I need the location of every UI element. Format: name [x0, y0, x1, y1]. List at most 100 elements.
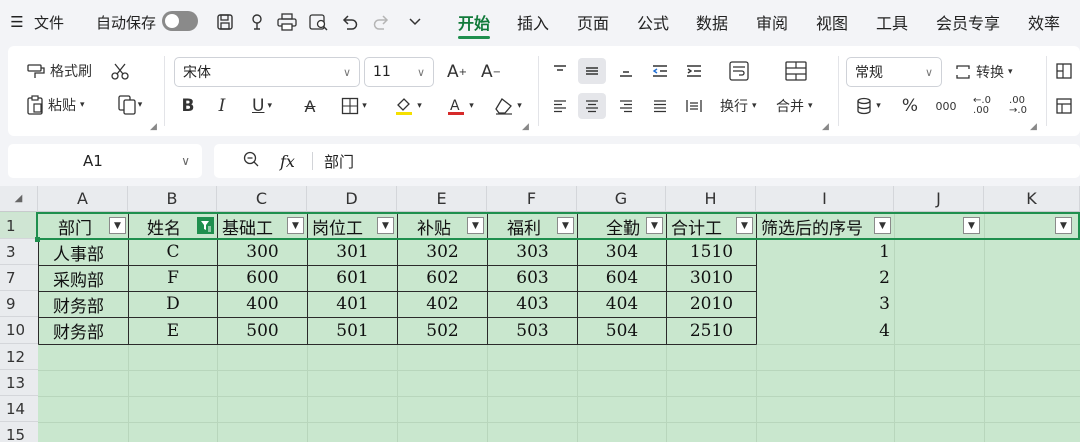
tab-member[interactable]: 会员专享: [936, 0, 1000, 44]
table-cell[interactable]: 602: [398, 265, 487, 291]
thousands-separator-icon[interactable]: 000: [932, 93, 960, 119]
header-cell-c[interactable]: 基础工: [218, 213, 288, 239]
spreadsheet-grid[interactable]: ◢ A B C D E F G H I J K 1 3 7 9 10 12 13…: [0, 186, 1080, 442]
menu-icon[interactable]: ☰: [4, 0, 30, 44]
table-cell[interactable]: 303: [488, 239, 577, 265]
filter-dropdown-icon[interactable]: ▼: [736, 217, 753, 234]
table-cell[interactable]: 403: [488, 291, 577, 317]
italic-icon[interactable]: I: [210, 93, 234, 119]
font-color-icon[interactable]: A ▾: [438, 93, 482, 119]
table-cell[interactable]: F: [129, 265, 217, 291]
table-cell[interactable]: 504: [578, 317, 666, 344]
formula-input[interactable]: 部门: [324, 151, 354, 172]
tab-efficiency[interactable]: 效率: [1028, 0, 1060, 44]
tab-data[interactable]: 数据: [696, 0, 728, 44]
table-cell[interactable]: 300: [218, 239, 307, 265]
header-cell-k[interactable]: [985, 213, 1055, 239]
header-cell-g[interactable]: 全勤: [578, 213, 648, 239]
table-cell[interactable]: 501: [308, 317, 397, 344]
underline-icon[interactable]: U ▾: [244, 93, 280, 119]
table-cell[interactable]: 600: [218, 265, 307, 291]
fill-color-icon[interactable]: ▾: [386, 93, 430, 119]
table-cell[interactable]: 301: [308, 239, 397, 265]
align-left-icon[interactable]: [548, 93, 572, 119]
table-cell[interactable]: 2510: [667, 317, 756, 344]
table-cell[interactable]: 4: [757, 317, 894, 344]
paste-button[interactable]: 粘贴 ▾: [26, 92, 85, 118]
file-menu[interactable]: 文件: [34, 0, 64, 44]
table-cell[interactable]: 3: [757, 291, 894, 317]
tab-home[interactable]: 开始: [458, 0, 491, 44]
filter-dropdown-icon[interactable]: ▼: [109, 217, 126, 234]
worksheet-icon[interactable]: [1054, 93, 1074, 119]
number-format-select[interactable]: 常规 ∨: [846, 57, 942, 87]
save-icon[interactable]: [212, 0, 238, 44]
table-cell[interactable]: 603: [488, 265, 577, 291]
tab-tools[interactable]: 工具: [876, 0, 908, 44]
table-cell[interactable]: 503: [488, 317, 577, 344]
alignment-launcher-icon[interactable]: ◢: [822, 122, 829, 132]
undo-icon[interactable]: [337, 0, 363, 44]
table-cell[interactable]: 302: [398, 239, 487, 265]
table-cell[interactable]: 采购部: [39, 265, 128, 291]
format-painter-button[interactable]: 格式刷: [26, 58, 92, 84]
align-center-icon[interactable]: [578, 93, 606, 119]
table-cell[interactable]: 601: [308, 265, 397, 291]
wrap-text-icon[interactable]: [724, 58, 754, 84]
table-cell[interactable]: 604: [578, 265, 666, 291]
table-cell[interactable]: 404: [578, 291, 666, 317]
header-cell-h[interactable]: 合计工: [667, 213, 737, 239]
copy-button[interactable]: ▾: [110, 92, 150, 118]
table-cell[interactable]: 财务部: [39, 317, 128, 344]
header-cell-d[interactable]: 岗位工: [308, 213, 378, 239]
print-icon[interactable]: [274, 0, 300, 44]
merge-cells-icon[interactable]: [781, 58, 811, 84]
table-cell[interactable]: 人事部: [39, 239, 128, 265]
table-cell[interactable]: D: [129, 291, 217, 317]
table-cell[interactable]: 401: [308, 291, 397, 317]
table-cell[interactable]: 304: [578, 239, 666, 265]
fill-handle[interactable]: [35, 237, 40, 242]
table-cell[interactable]: 1510: [667, 239, 756, 265]
convert-button[interactable]: 转换 ▾: [954, 59, 1013, 85]
filter-dropdown-icon[interactable]: ▼: [377, 217, 394, 234]
border-icon[interactable]: ▾: [332, 93, 376, 119]
percent-icon[interactable]: %: [898, 93, 922, 119]
filter-dropdown-icon[interactable]: ▼: [287, 217, 304, 234]
strikethrough-icon[interactable]: A: [298, 93, 322, 119]
decrease-indent-icon[interactable]: [648, 58, 672, 84]
distributed-align-icon[interactable]: [682, 93, 706, 119]
filter-dropdown-icon[interactable]: ▼: [1055, 217, 1072, 234]
table-cell[interactable]: 1: [757, 239, 894, 265]
justify-icon[interactable]: [648, 93, 672, 119]
table-cell[interactable]: 财务部: [39, 291, 128, 317]
increase-decimal-icon[interactable]: ←.0.00: [968, 93, 996, 119]
align-middle-icon[interactable]: [578, 58, 606, 84]
tab-review[interactable]: 审阅: [756, 0, 788, 44]
align-right-icon[interactable]: [614, 93, 638, 119]
header-cell-f[interactable]: 福利: [488, 213, 560, 239]
header-cell-a[interactable]: 部门: [39, 213, 111, 239]
header-cell-i[interactable]: 筛选后的序号: [757, 213, 875, 239]
print-preview-icon[interactable]: [306, 0, 332, 44]
redo-icon[interactable]: [368, 0, 394, 44]
align-bottom-icon[interactable]: [614, 58, 638, 84]
wrap-text-button[interactable]: 换行 ▾: [720, 93, 757, 119]
merge-cells-button[interactable]: 合并 ▾: [776, 93, 813, 119]
increase-indent-icon[interactable]: [682, 58, 706, 84]
table-cell[interactable]: C: [129, 239, 217, 265]
filter-dropdown-icon[interactable]: ▼: [874, 217, 891, 234]
font-name-select[interactable]: 宋体 ∨: [174, 57, 360, 87]
clipboard-launcher-icon[interactable]: ◢: [150, 122, 157, 132]
name-box-chevron-down-icon[interactable]: ∨: [181, 154, 190, 168]
tab-formula[interactable]: 公式: [637, 0, 669, 44]
font-launcher-icon[interactable]: ◢: [522, 122, 529, 132]
filter-dropdown-icon[interactable]: ▼: [557, 217, 574, 234]
table-cell[interactable]: 500: [218, 317, 307, 344]
tab-insert[interactable]: 插入: [517, 0, 549, 44]
quick-access-chevron-down-icon[interactable]: [402, 0, 428, 44]
zoom-magnifier-icon[interactable]: [242, 150, 260, 172]
filter-dropdown-icon[interactable]: ▼: [963, 217, 980, 234]
font-size-select[interactable]: 11 ∨: [364, 57, 434, 87]
header-cell-b[interactable]: 姓名: [129, 213, 199, 239]
